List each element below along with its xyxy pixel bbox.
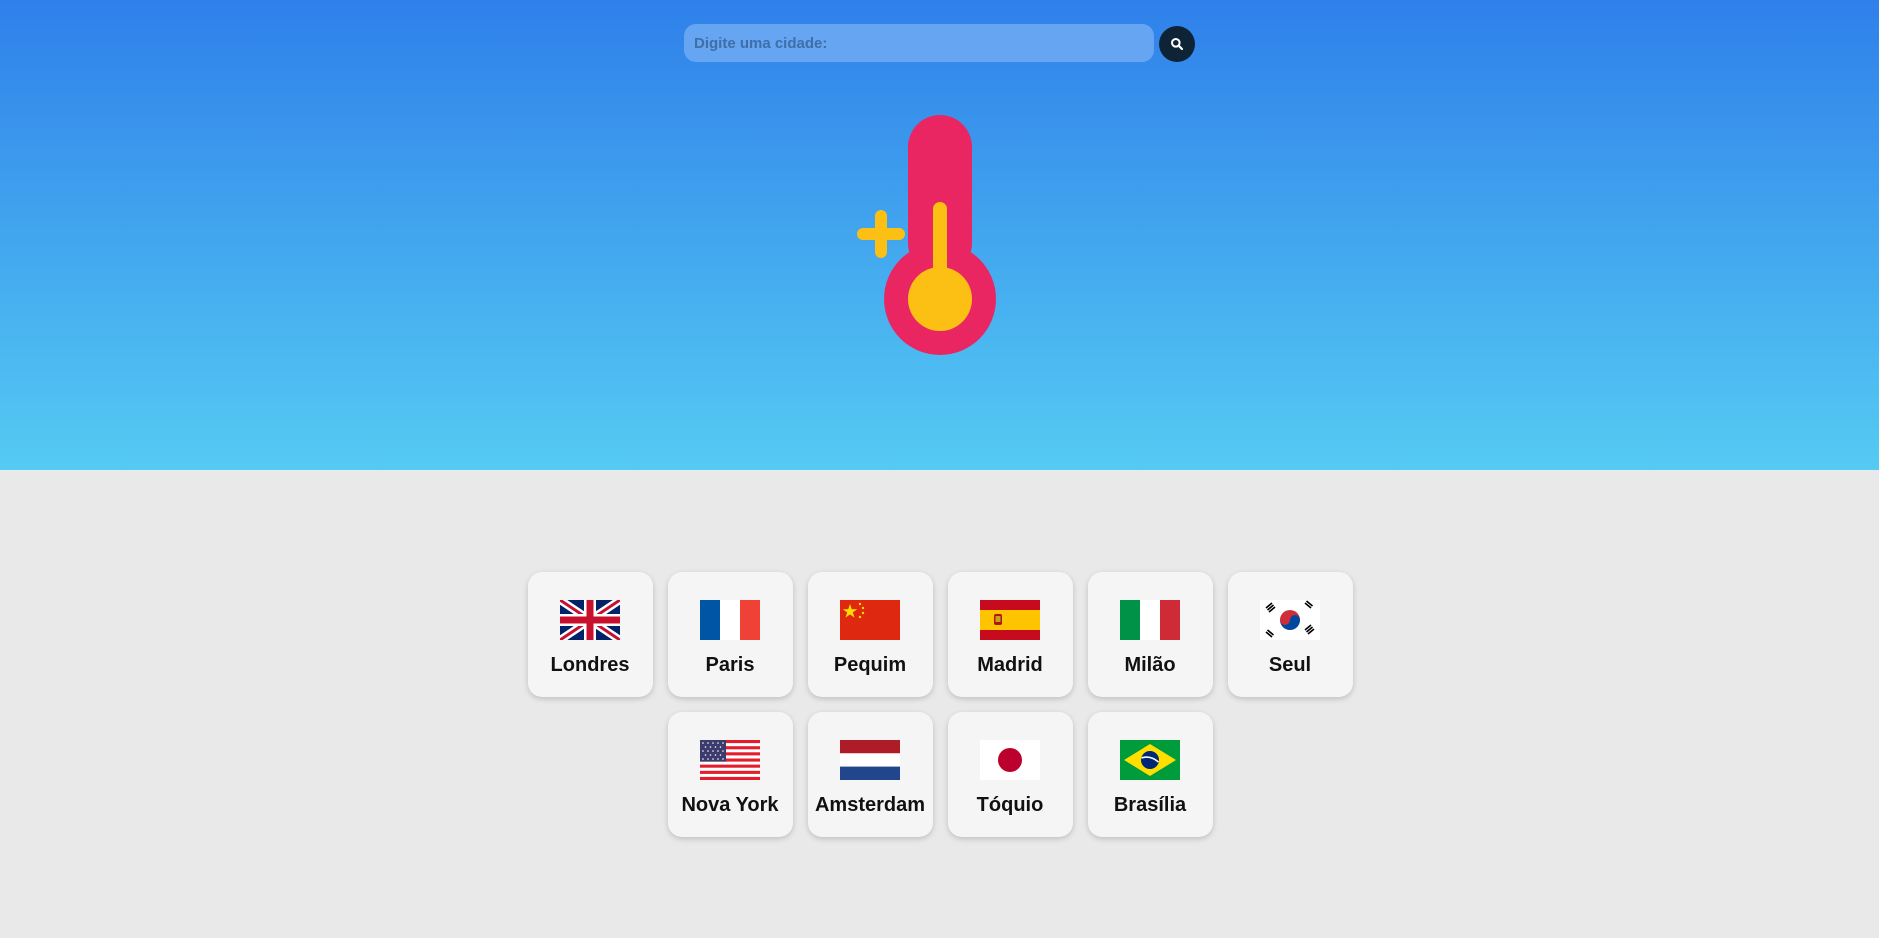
city-label: Pequim: [833, 654, 907, 676]
city-label: Seul: [1268, 654, 1312, 676]
south-korea-flag-icon: [1260, 600, 1320, 640]
city-label: Paris: [705, 654, 755, 676]
city-row: Londres Paris Pequim Madrid Milão Seul: [527, 572, 1353, 697]
usa-flag-icon: [700, 740, 760, 780]
city-search-input[interactable]: [684, 24, 1154, 62]
search-icon: [1171, 38, 1184, 51]
spain-flag-icon: [980, 600, 1040, 640]
brazil-flag-icon: [1120, 740, 1180, 780]
netherlands-flag-icon: [840, 740, 900, 780]
china-flag-icon: [840, 600, 900, 640]
italy-flag-icon: [1120, 600, 1180, 640]
search-button[interactable]: [1159, 26, 1195, 62]
city-label: Milão: [1124, 654, 1176, 676]
city-card-amsterdam[interactable]: Amsterdam: [807, 712, 933, 837]
city-label: Tóquio: [976, 794, 1044, 816]
city-card-madrid[interactable]: Madrid: [947, 572, 1073, 697]
uk-flag-icon: [560, 600, 620, 640]
city-label: Madrid: [977, 654, 1043, 676]
city-card-brasilia[interactable]: Brasília: [1087, 712, 1213, 837]
city-row: Nova York Amsterdam Tóquio Brasília: [527, 712, 1353, 837]
city-card-pequim[interactable]: Pequim: [807, 572, 933, 697]
city-card-toquio[interactable]: Tóquio: [947, 712, 1073, 837]
city-card-londres[interactable]: Londres: [527, 572, 653, 697]
japan-flag-icon: [980, 740, 1040, 780]
france-flag-icon: [700, 600, 760, 640]
city-label: Amsterdam: [814, 794, 926, 816]
city-label: Brasília: [1113, 794, 1187, 816]
city-card-milao[interactable]: Milão: [1087, 572, 1213, 697]
search-bar: [684, 24, 1195, 62]
city-grid: Londres Paris Pequim Madrid Milão Seul N…: [527, 572, 1353, 852]
city-label: Londres: [550, 654, 630, 676]
city-label: Nova York: [681, 794, 779, 816]
thermometer-plus-icon: [857, 115, 996, 355]
hero-banner: [0, 0, 1879, 470]
city-card-paris[interactable]: Paris: [667, 572, 793, 697]
city-card-nova-york[interactable]: Nova York: [667, 712, 793, 837]
city-card-seul[interactable]: Seul: [1227, 572, 1353, 697]
